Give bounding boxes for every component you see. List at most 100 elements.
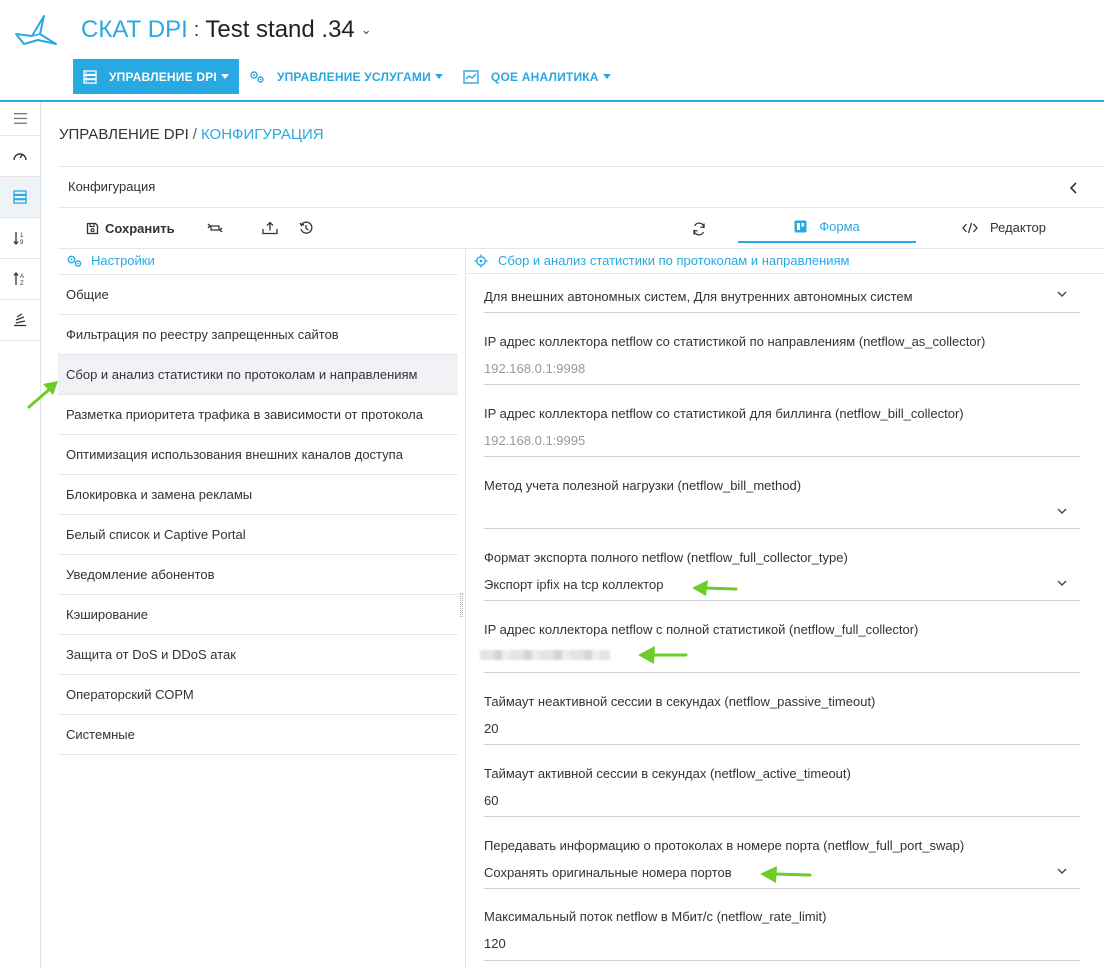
gears-icon bbox=[250, 70, 264, 83]
field-bill-collector-label: IP адрес коллектора netflow со статистик… bbox=[484, 406, 964, 421]
app-title[interactable]: СКАТ DPI : Test stand .34 ⌄ bbox=[81, 16, 372, 44]
field-bill-collector[interactable]: IP адрес коллектора netflow со статистик… bbox=[484, 406, 1080, 458]
sort-alpha-icon: AZ bbox=[13, 272, 24, 286]
breadcrumb-parent[interactable]: УПРАВЛЕНИЕ DPI bbox=[59, 126, 189, 143]
field-rate-limit-input[interactable]: 120 bbox=[484, 936, 1080, 951]
nav-dpi-management[interactable]: УПРАВЛЕНИЕ DPI bbox=[73, 59, 239, 94]
field-as-collector[interactable]: IP адрес коллектора netflow со статистик… bbox=[484, 334, 1080, 386]
chevron-down-icon[interactable] bbox=[1057, 868, 1067, 874]
panel-divider bbox=[58, 248, 1104, 249]
field-passive-timeout[interactable]: Таймаут неактивной сессии в секундах (ne… bbox=[484, 694, 1080, 746]
field-active-timeout-label: Таймаут активной сессии в секундах (netf… bbox=[484, 766, 851, 781]
svg-text:9: 9 bbox=[20, 240, 24, 245]
breadcrumb: УПРАВЛЕНИЕ DPI / КОНФИГУРАЦИЯ bbox=[59, 126, 324, 143]
chevron-down-icon[interactable] bbox=[1057, 580, 1067, 586]
redacted-value bbox=[480, 650, 610, 660]
save-button-label: Сохранить bbox=[105, 220, 175, 236]
upload-button[interactable] bbox=[260, 218, 280, 238]
annotation-arrow-icon bbox=[760, 866, 812, 883]
field-as-collector-input[interactable]: 192.168.0.1:9998 bbox=[484, 361, 1080, 376]
panel-splitter-handle[interactable] bbox=[460, 593, 463, 617]
app-name: СКАТ DPI bbox=[81, 16, 188, 43]
stand-selector[interactable]: Test stand .34 bbox=[205, 16, 354, 44]
rail-dpi[interactable] bbox=[0, 177, 40, 218]
code-icon bbox=[962, 222, 978, 233]
save-button[interactable]: Сохранить bbox=[86, 221, 175, 236]
form-header: Сбор и анализ статистики по протоколам и… bbox=[474, 253, 849, 268]
settings-item-statistics[interactable]: Сбор и анализ статистики по протоколам и… bbox=[58, 355, 458, 395]
chevron-down-icon[interactable] bbox=[1057, 508, 1067, 514]
top-navigation: УПРАВЛЕНИЕ DPI УПРАВЛЕНИЕ УСЛУГАМИ QOE А… bbox=[73, 59, 621, 94]
nav-qoe-label: QOE АНАЛИТИКА bbox=[490, 69, 599, 84]
field-full-collector[interactable]: IP адрес коллектора netflow с полной ста… bbox=[480, 622, 1080, 674]
tab-editor[interactable]: Редактор bbox=[962, 212, 1046, 243]
tab-form[interactable]: Форма bbox=[738, 212, 916, 243]
skat-logo bbox=[15, 15, 57, 45]
save-icon bbox=[86, 222, 99, 234]
rail-sort-asc[interactable]: 19 bbox=[0, 218, 40, 259]
field-full-collector-type[interactable]: Формат экспорта полного netflow (netflow… bbox=[484, 550, 1080, 602]
caret-down-icon bbox=[220, 74, 229, 79]
field-bill-method-value[interactable] bbox=[484, 505, 1080, 520]
refresh-button[interactable] bbox=[689, 219, 709, 239]
form-header-label: Сбор и анализ статистики по протоколам и… bbox=[498, 253, 850, 268]
field-bill-collector-input[interactable]: 192.168.0.1:9995 bbox=[484, 433, 1080, 448]
settings-item-channel-optimization[interactable]: Оптимизация использования внешних канало… bbox=[58, 435, 458, 475]
field-active-timeout-input[interactable]: 60 bbox=[484, 793, 1080, 808]
field-passive-timeout-input[interactable]: 20 bbox=[484, 721, 1080, 736]
tab-form-label: Форма bbox=[819, 219, 860, 234]
chevron-left-icon[interactable] bbox=[1068, 181, 1080, 195]
config-toolbar: Сохранить bbox=[86, 218, 316, 238]
nav-services-label: УПРАВЛЕНИЕ УСЛУГАМИ bbox=[276, 69, 431, 84]
field-as-type-value: Для внешних автономных систем, Для внутр… bbox=[484, 289, 913, 304]
history-button[interactable] bbox=[296, 218, 316, 238]
rail-sort-alpha[interactable]: AZ bbox=[0, 259, 40, 300]
caret-down-icon bbox=[434, 74, 443, 79]
history-icon bbox=[299, 221, 313, 234]
rail-dashboard[interactable] bbox=[0, 136, 40, 177]
chart-icon bbox=[463, 69, 479, 84]
settings-header-label: Настройки bbox=[91, 253, 155, 268]
speedometer-icon bbox=[13, 153, 27, 161]
settings-item-traffic-priority[interactable]: Разметка приоритета трафика в зависимост… bbox=[58, 395, 458, 435]
panel-border bbox=[58, 166, 1104, 167]
swap-button[interactable] bbox=[205, 218, 225, 238]
field-active-timeout[interactable]: Таймаут активной сессии в секундах (netf… bbox=[484, 766, 1080, 818]
settings-item-whitelist-captive[interactable]: Белый список и Captive Portal bbox=[58, 515, 458, 555]
chevron-down-icon[interactable] bbox=[1057, 291, 1067, 297]
server-icon bbox=[13, 190, 27, 204]
stack-icon bbox=[14, 313, 26, 327]
svg-text:A: A bbox=[20, 274, 24, 280]
field-rate-limit[interactable]: Максимальный поток netflow в Мбит/с (net… bbox=[484, 909, 1080, 963]
rail-menu-toggle[interactable] bbox=[0, 102, 40, 136]
layout-icon bbox=[794, 220, 807, 233]
field-as-type[interactable]: Для внешних автономных систем, Для внутр… bbox=[484, 289, 1080, 314]
settings-item-ddos-protection[interactable]: Защита от DoS и DDoS атак bbox=[58, 635, 458, 675]
nav-services-management[interactable]: УПРАВЛЕНИЕ УСЛУГАМИ bbox=[239, 59, 453, 94]
nav-qoe-analytics[interactable]: QOE АНАЛИТИКА bbox=[453, 59, 621, 94]
rail-stack[interactable] bbox=[0, 300, 40, 341]
form-header-divider bbox=[466, 273, 1104, 274]
settings-item-notifications[interactable]: Уведомление абонентов bbox=[58, 555, 458, 595]
field-as-collector-label: IP адрес коллектора netflow со статистик… bbox=[484, 334, 986, 349]
swap-icon bbox=[207, 223, 223, 233]
panel-title: Конфигурация bbox=[68, 179, 156, 194]
left-rail: 19 AZ bbox=[0, 102, 41, 969]
tab-editor-label: Редактор bbox=[990, 220, 1046, 235]
annotation-arrow-icon bbox=[692, 580, 738, 596]
field-full-collector-type-value[interactable]: Экспорт ipfix на tcp коллектор bbox=[484, 577, 1080, 592]
field-full-collector-label: IP адрес коллектора netflow с полной ста… bbox=[484, 622, 919, 637]
settings-item-registry-filter[interactable]: Фильтрация по реестру запрещенных сайтов bbox=[58, 315, 458, 355]
upload-icon bbox=[261, 221, 278, 235]
settings-item-general[interactable]: Общие bbox=[58, 275, 458, 315]
chevron-down-icon[interactable]: ⌄ bbox=[361, 22, 372, 38]
field-rate-limit-label: Максимальный поток netflow в Мбит/с (net… bbox=[484, 909, 827, 924]
field-full-collector-type-label: Формат экспорта полного netflow (netflow… bbox=[484, 550, 848, 565]
settings-item-ad-blocking[interactable]: Блокировка и замена рекламы bbox=[58, 475, 458, 515]
header-divider bbox=[0, 100, 1104, 102]
field-bill-method[interactable]: Метод учета полезной нагрузки (netflow_b… bbox=[484, 478, 1080, 530]
settings-item-sorm[interactable]: Операторский СОРМ bbox=[58, 675, 458, 715]
settings-item-system[interactable]: Системные bbox=[58, 715, 458, 755]
settings-item-caching[interactable]: Кэширование bbox=[58, 595, 458, 635]
caret-down-icon bbox=[602, 74, 611, 79]
